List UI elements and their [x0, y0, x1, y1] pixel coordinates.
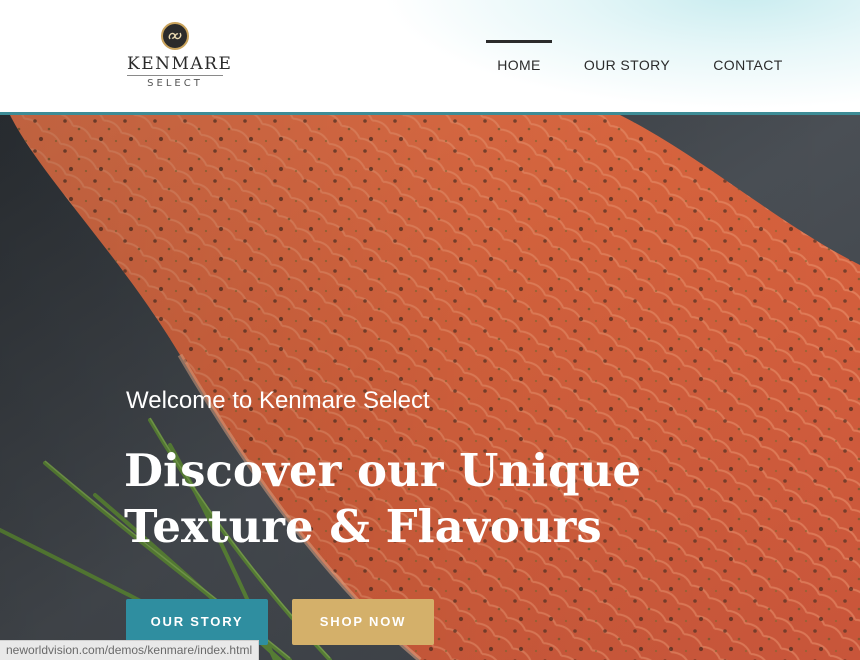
hero-headline: Discover our Unique Texture & Flavours	[124, 443, 724, 555]
nav-contact[interactable]: CONTACT	[708, 40, 788, 90]
hero-banner: Welcome to Kenmare Select Discover our U…	[0, 115, 860, 660]
site-header: KENMARE SELECT HOME OUR STORY CONTACT	[0, 0, 860, 115]
hero-welcome-text: Welcome to Kenmare Select	[126, 387, 430, 414]
shop-now-button[interactable]: SHOP NOW	[292, 599, 434, 645]
nav-home[interactable]: HOME	[486, 40, 552, 90]
main-nav: HOME OUR STORY CONTACT	[0, 40, 860, 100]
hero-headline-line-2: Texture & Flavours	[124, 500, 602, 553]
our-story-button[interactable]: OUR STORY	[126, 599, 268, 645]
browser-status-url: neworldvision.com/demos/kenmare/index.ht…	[0, 640, 260, 660]
hero-headline-line-1: Discover our Unique	[124, 444, 641, 497]
nav-our-story[interactable]: OUR STORY	[582, 40, 672, 90]
